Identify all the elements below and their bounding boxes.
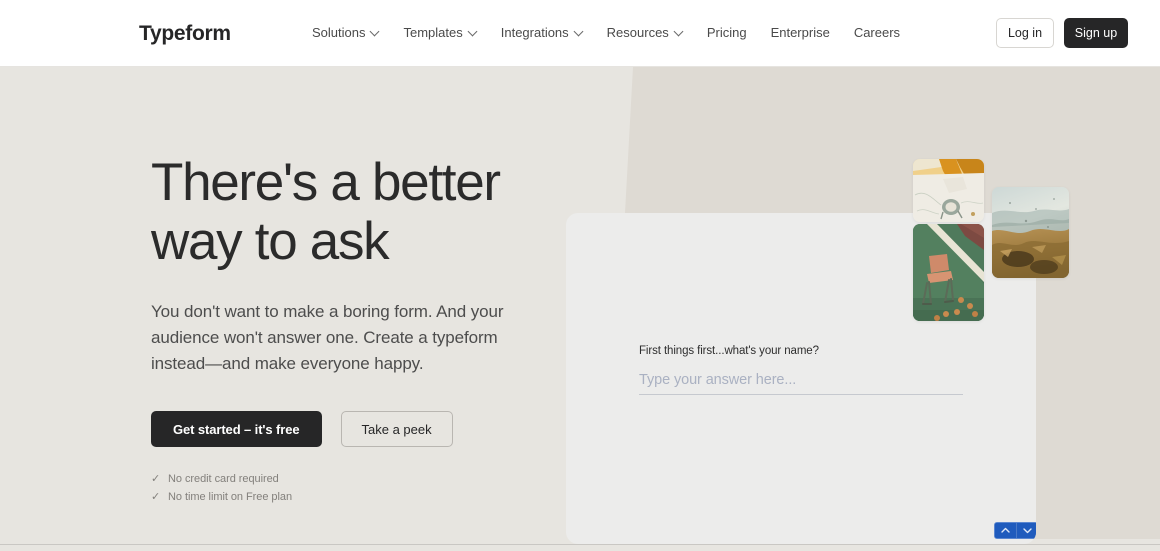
nav-item-resources[interactable]: Resources	[607, 24, 697, 42]
answer-underline	[639, 394, 963, 395]
nav-label-templates: Templates	[403, 25, 463, 40]
nav-item-enterprise[interactable]: Enterprise	[771, 24, 844, 42]
nav-label-solutions: Solutions	[312, 25, 366, 40]
check-icon: ✓	[151, 473, 161, 485]
hero-copy: There's a better way to ask You don't wa…	[151, 153, 551, 506]
nav-label-careers: Careers	[853, 25, 901, 40]
nav-item-pricing[interactable]: Pricing	[707, 24, 761, 42]
photo-autumn-leaves	[992, 187, 1069, 278]
nav-label-integrations: Integrations	[500, 25, 569, 40]
primary-nav: Solutions Templates Integrations Resourc…	[312, 24, 914, 42]
headline-line-2: way to ask	[151, 212, 390, 271]
photo-hand-drawing	[913, 159, 984, 222]
form-question-text: First things first...what's your name?	[639, 345, 819, 357]
nav-item-templates[interactable]: Templates	[403, 24, 490, 42]
form-nav-arrows	[994, 522, 1036, 539]
take-a-peek-button[interactable]: Take a peek	[340, 411, 453, 447]
chevron-down-icon	[371, 27, 379, 35]
get-started-button[interactable]: Get started – it's free	[151, 411, 322, 447]
chevron-down-icon	[469, 27, 477, 35]
chevron-down-icon[interactable]	[1016, 523, 1036, 538]
nav-item-careers[interactable]: Careers	[854, 24, 914, 42]
signup-button[interactable]: Sign up	[1064, 18, 1128, 48]
form-answer-field-wrapper	[639, 371, 963, 395]
auth-actions: Log in Sign up	[996, 18, 1128, 48]
nav-label-pricing: Pricing	[706, 25, 747, 40]
chevron-up-icon[interactable]	[995, 523, 1016, 538]
chevron-down-icon	[675, 27, 683, 35]
chevron-down-icon	[575, 27, 583, 35]
hero-perks-list: ✓ No credit card required ✓ No time limi…	[151, 470, 551, 506]
nav-label-resources: Resources	[606, 25, 669, 40]
check-icon: ✓	[151, 491, 161, 503]
hero-cta-row: Get started – it's free Take a peek	[151, 411, 551, 447]
perk-label-no-time-limit: No time limit on Free plan	[168, 491, 293, 503]
hero-section: There's a better way to ask You don't wa…	[0, 67, 1160, 545]
list-item: ✓ No time limit on Free plan	[151, 488, 551, 506]
nav-label-enterprise: Enterprise	[770, 25, 830, 40]
login-button[interactable]: Log in	[996, 18, 1054, 48]
nav-item-integrations[interactable]: Integrations	[501, 24, 597, 42]
list-item: ✓ No credit card required	[151, 470, 551, 488]
perk-label-no-credit-card: No credit card required	[168, 473, 279, 485]
typeform-logo[interactable]: Typeform	[139, 20, 231, 47]
page-title: There's a better way to ask	[151, 153, 551, 271]
hero-subcopy: You don't want to make a boring form. An…	[151, 302, 504, 373]
nav-item-solutions[interactable]: Solutions	[312, 24, 393, 42]
headline-line-1: There's a better	[151, 153, 501, 212]
photo-chair-tennis-court	[913, 224, 984, 321]
site-header: Typeform Solutions Templates Integration…	[0, 0, 1160, 67]
answer-input[interactable]	[639, 372, 963, 394]
